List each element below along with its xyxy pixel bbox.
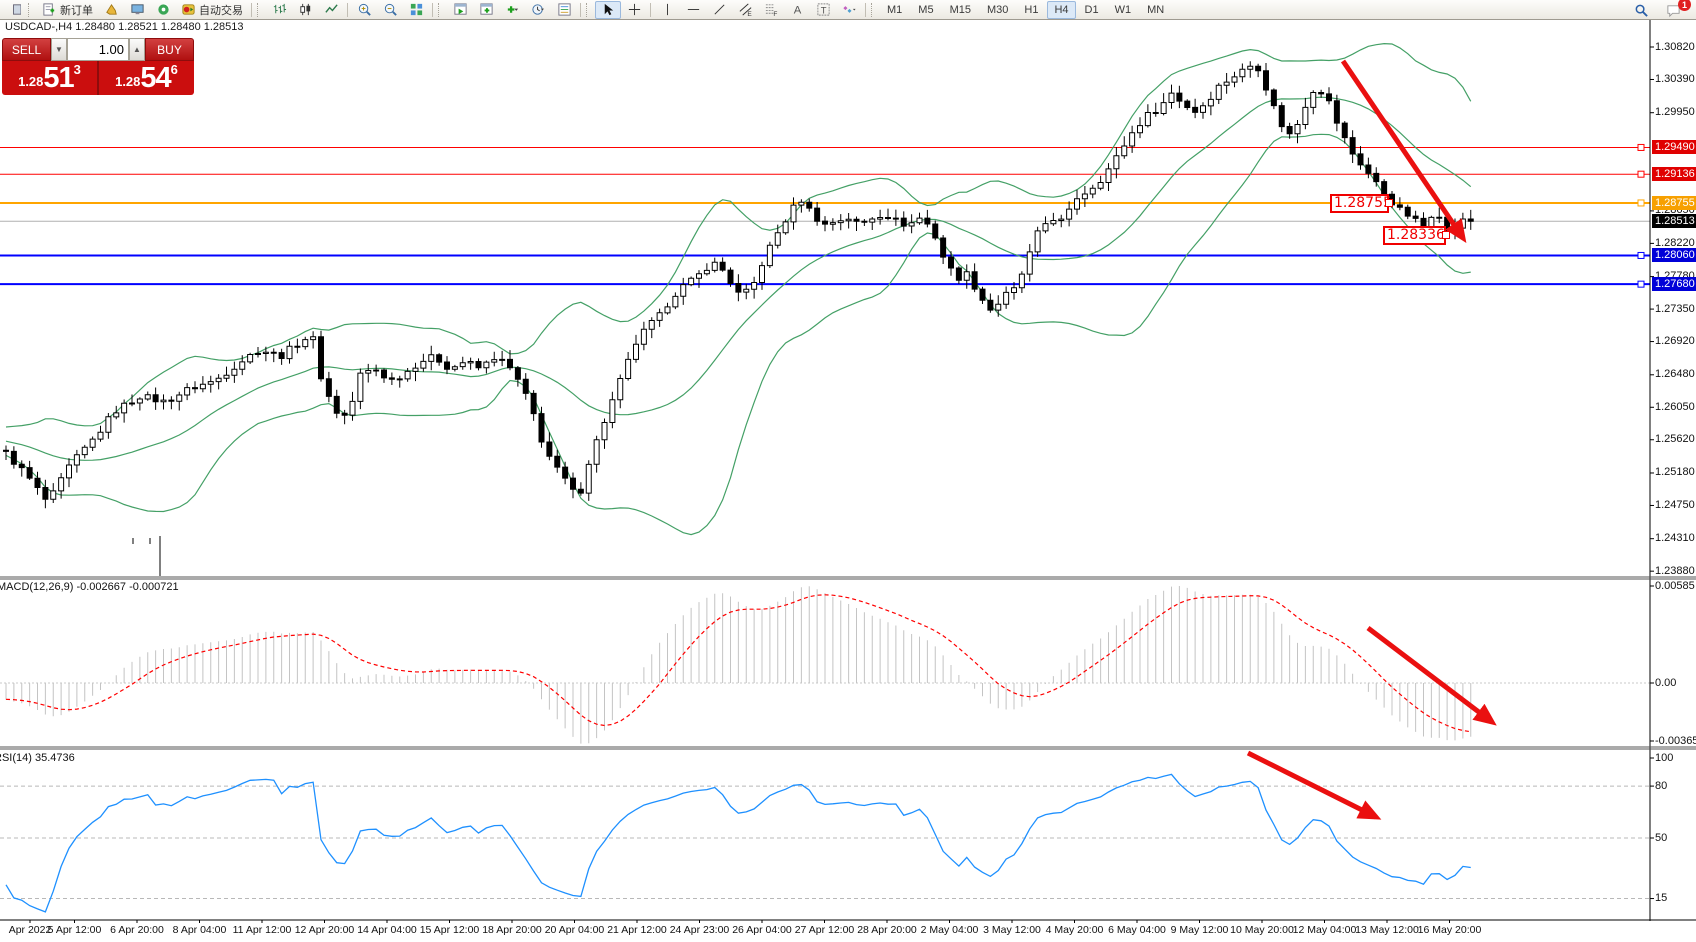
price-tick-label: 1.29950	[1655, 106, 1695, 119]
macd-axis-label: 0.00585	[1655, 580, 1695, 593]
date-label: 18 Apr 20:00	[482, 924, 542, 936]
sell-price-base: 1.28	[18, 71, 43, 93]
volume-decrease-button[interactable]: ▼	[51, 38, 67, 61]
annotation-handle[interactable]	[1385, 199, 1393, 207]
volume-input[interactable]	[68, 39, 128, 60]
buy-quote[interactable]: 1.28 54 6	[99, 61, 194, 95]
price-tick-label: 1.23880	[1655, 565, 1695, 578]
sell-price-big: 51	[43, 64, 73, 93]
macd-label: MACD(12,26,9) -0.002667 -0.000721	[0, 581, 179, 593]
rsi-axis-label: 50	[1655, 832, 1667, 845]
one-click-trading-panel: SELL ▼ ▲ BUY 1.28 51 3 1.28 54 6	[2, 38, 194, 95]
annotation-handle[interactable]	[1442, 231, 1450, 239]
buy-price-pip: 6	[171, 65, 178, 75]
date-label: 13 May 12:00	[1355, 924, 1419, 936]
date-label: 6 May 04:00	[1108, 924, 1166, 936]
date-label: 3 May 12:00	[983, 924, 1041, 936]
date-label: 24 Apr 23:00	[670, 924, 730, 936]
symbol-info-line: USDCAD-,H4 1.28480 1.28521 1.28480 1.285…	[5, 21, 244, 33]
price-tick-label: 1.30820	[1655, 41, 1695, 54]
date-label: 16 May 20:00	[1418, 924, 1482, 936]
price-tick-label: 1.26920	[1655, 335, 1695, 348]
mt4-window: 新订单 自动交易 E F A T M1M5M	[0, 0, 1696, 942]
date-label: 9 May 12:00	[1171, 924, 1229, 936]
date-label: 11 Apr 12:00	[233, 924, 292, 936]
sell-button[interactable]: SELL	[2, 38, 51, 61]
price-tick-label: 1.30390	[1655, 73, 1695, 86]
date-label: 5 Apr 12:00	[48, 924, 102, 936]
date-label: 28 Apr 20:00	[857, 924, 917, 936]
buy-button[interactable]: BUY	[145, 38, 194, 61]
hline-price-badge: 1.29490	[1652, 140, 1696, 154]
trend-arrow-macd[interactable]	[1368, 628, 1492, 722]
date-label: 20 Apr 04:00	[545, 924, 605, 936]
date-label: 15 Apr 12:00	[420, 924, 480, 936]
sell-price-pip: 3	[74, 65, 81, 75]
price-tick-label: 1.25620	[1655, 433, 1695, 446]
date-label: 12 May 04:00	[1293, 924, 1357, 936]
date-label: 27 Apr 12:00	[795, 924, 855, 936]
price-tick-label: 1.26480	[1655, 368, 1695, 381]
date-label: 26 Apr 04:00	[732, 924, 792, 936]
macd-axis-label: 0.00	[1655, 677, 1676, 690]
hline-price-badge: 1.28755	[1652, 196, 1696, 210]
volume-increase-button[interactable]: ▲	[129, 38, 145, 61]
date-label: 4 May 20:00	[1046, 924, 1104, 936]
date-label: 2 May 04:00	[921, 924, 979, 936]
date-label: 12 Apr 20:00	[295, 924, 355, 936]
date-label: Apr 2022	[9, 924, 52, 936]
price-tick-label: 1.25180	[1655, 466, 1695, 479]
buy-price-big: 54	[140, 64, 170, 93]
current-price-badge: 1.28513	[1652, 214, 1696, 228]
buy-price-base: 1.28	[115, 71, 140, 93]
price-annotation-label[interactable]: 1.28755	[1330, 194, 1389, 213]
rsi-axis-label: 100	[1655, 752, 1673, 765]
price-tick-label: 1.24310	[1655, 532, 1695, 545]
date-label: 6 Apr 20:00	[110, 924, 164, 936]
rsi-label: RSI(14) 35.4736	[0, 752, 75, 764]
macd-axis-label: -0.003652	[1655, 735, 1696, 748]
date-label: 8 Apr 04:00	[173, 924, 227, 936]
price-annotation-label[interactable]: 1.28336	[1383, 226, 1446, 245]
hline-price-badge: 1.29136	[1652, 167, 1696, 181]
hline-price-badge: 1.28060	[1652, 248, 1696, 262]
price-tick-label: 1.27350	[1655, 303, 1695, 316]
rsi-axis-label: 80	[1655, 780, 1667, 793]
price-tick-label: 1.26050	[1655, 401, 1695, 414]
date-label: 14 Apr 04:00	[357, 924, 417, 936]
rsi-axis-label: 15	[1655, 892, 1667, 905]
date-label: 10 May 20:00	[1230, 924, 1294, 936]
trend-arrow-rsi[interactable]	[1248, 753, 1376, 817]
date-label: 21 Apr 12:00	[607, 924, 667, 936]
sell-quote[interactable]: 1.28 51 3	[2, 61, 99, 95]
price-tick-label: 1.24750	[1655, 499, 1695, 512]
chart-canvas[interactable]	[0, 0, 1696, 942]
hline-price-badge: 1.27680	[1652, 277, 1696, 291]
